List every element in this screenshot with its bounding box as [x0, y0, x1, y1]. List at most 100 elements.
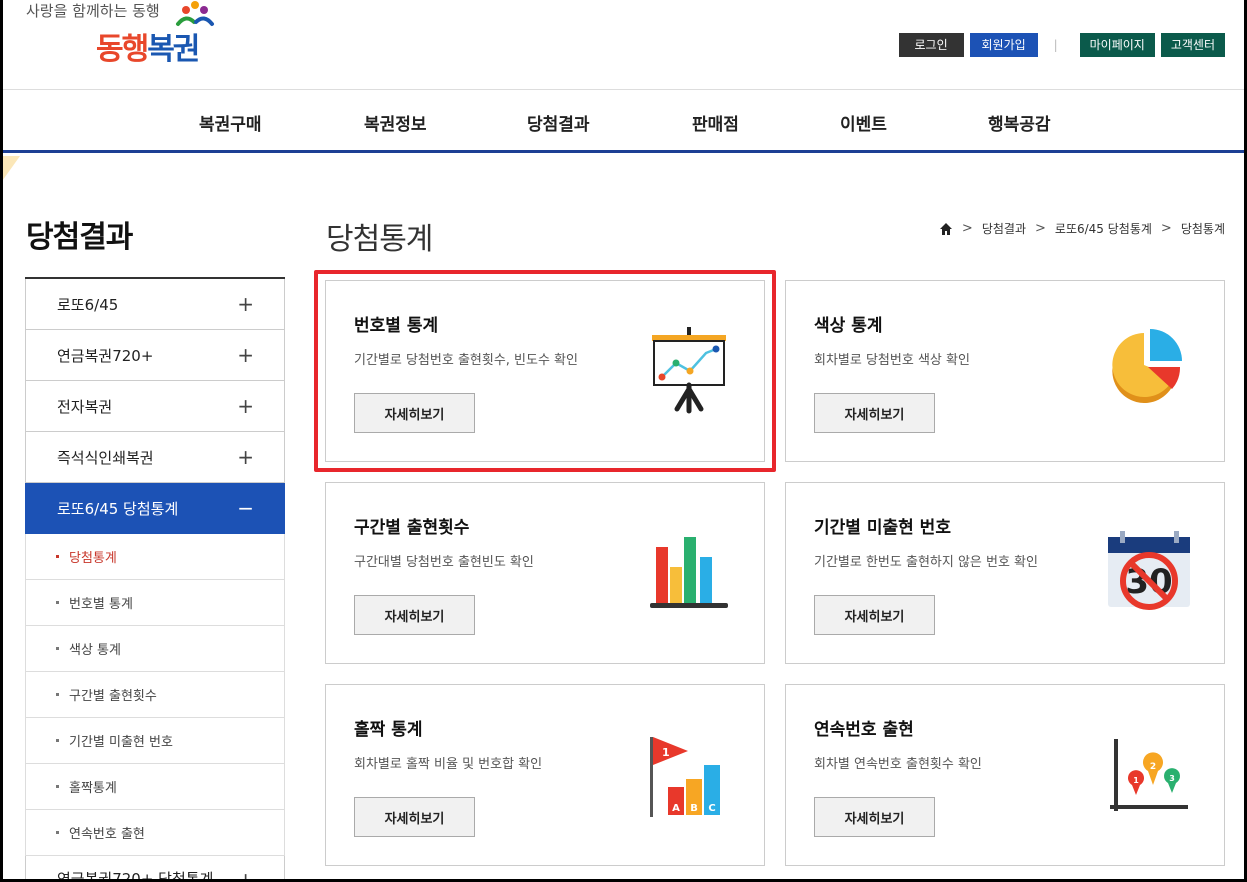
logo-text-part2: 복권 [147, 32, 200, 67]
breadcrumb-separator-icon: > [1035, 221, 1046, 236]
corner-decoration-icon [0, 156, 20, 184]
bullet-icon [56, 601, 59, 604]
bar-letter: C [708, 803, 715, 814]
breadcrumb-separator-icon: > [1160, 221, 1172, 236]
site-logo[interactable]: 동행복권 [96, 24, 200, 68]
sidebar-item-lotto645[interactable]: 로또6/45 + [25, 279, 285, 330]
card-description: 회차별로 당첨번호 색상 확인 [814, 353, 970, 368]
bullet-icon [56, 739, 59, 742]
card-title: 기간별 미출현 번호 [814, 518, 951, 538]
sidebar-subitem-label: 연속번호 출현 [69, 827, 145, 842]
sidebar-item-instant-print[interactable]: 즉석식인쇄복권 + [25, 432, 285, 483]
top-header: 사랑을 함께하는 동행 동행복권 로그인 회원가입 | 마이페이지 고객센터 [0, 0, 1247, 90]
nav-retailers[interactable]: 판매점 [692, 110, 739, 135]
card-description: 기간별로 한번도 출현하지 않은 번호 확인 [814, 555, 1038, 570]
bar-letter: B [690, 803, 698, 814]
sidebar-menu: 로또6/45 + 연금복권720+ + 전자복권 + 즉석식인쇄복권 + 로또6… [25, 277, 285, 882]
sidebar-subitem-winning-stats[interactable]: 당첨통계 [25, 534, 285, 580]
sidebar-item-label: 로또6/45 당첨통계 [57, 499, 179, 518]
sidebar-item-label: 즉석식인쇄복권 [57, 448, 154, 467]
sidebar-item-label: 로또6/45 [57, 295, 119, 314]
nav-lottery-info[interactable]: 복권정보 [364, 110, 427, 135]
bar-letter: A [672, 803, 680, 814]
bullet-icon [56, 693, 59, 696]
logo-text-part1: 동행 [96, 32, 149, 67]
bullet-icon [56, 647, 59, 650]
card-description: 회차별 연속번호 출현횟수 확인 [814, 757, 982, 772]
nav-lottery-purchase[interactable]: 복권구매 [199, 110, 262, 135]
card-title: 연속번호 출현 [814, 720, 914, 740]
detail-button[interactable]: 자세히보기 [814, 393, 935, 433]
logo-tagline: 사랑을 함께하는 동행 [26, 2, 160, 20]
sidebar-item-electronic[interactable]: 전자복권 + [25, 381, 285, 432]
customer-center-button[interactable]: 고객센터 [1160, 33, 1225, 57]
expand-plus-icon: + [237, 445, 254, 469]
logo-symbol-icon [176, 1, 214, 26]
sidebar-item-lotto-stats[interactable]: 로또6/45 당첨통계 − [25, 483, 285, 534]
detail-button[interactable]: 자세히보기 [354, 393, 475, 433]
breadcrumb-item[interactable]: 로또6/45 당첨통계 [1055, 220, 1152, 237]
breadcrumb-current: 당첨통계 [1180, 222, 1225, 236]
bar-chart-icon [650, 537, 728, 608]
card-description: 회차별로 홀짝 비율 및 번호합 확인 [354, 757, 543, 772]
detail-button[interactable]: 자세히보기 [814, 797, 935, 837]
page-title: 당첨통계 [326, 222, 433, 257]
nav-events[interactable]: 이벤트 [840, 110, 887, 135]
nav-winning-results[interactable]: 당첨결과 [527, 110, 590, 135]
join-button[interactable]: 회원가입 [969, 33, 1038, 57]
breadcrumb-separator-icon: > [961, 221, 973, 236]
pie-chart-icon [1112, 329, 1182, 403]
calendar-no-icon: 30 [1108, 531, 1190, 610]
login-button[interactable]: 로그인 [898, 33, 964, 57]
flag-abc-icon: 1 A B C [650, 737, 720, 817]
pin-number: 2 [1150, 762, 1156, 772]
pin-number: 1 [1133, 776, 1139, 785]
expand-plus-icon: + [237, 292, 254, 316]
sidebar-subitem-range-frequency[interactable]: 구간별 출현횟수 [25, 672, 285, 718]
sidebar-item-label: 전자복권 [57, 397, 113, 416]
card-number-stats: 번호별 통계 기간별로 당첨번호 출현횟수, 빈도수 확인 자세히보기 [325, 280, 765, 462]
bullet-icon [56, 831, 59, 834]
collapse-minus-icon: − [237, 496, 254, 520]
bullet-icon [56, 555, 59, 558]
presentation-chart-icon [652, 327, 726, 414]
card-description: 기간별로 당첨번호 출현횟수, 빈도수 확인 [354, 353, 578, 368]
breadcrumb: > 당첨결과 > 로또6/45 당첨통계 > 당첨통계 [939, 220, 1225, 237]
sidebar-subitem-number-stats[interactable]: 번호별 통계 [25, 580, 285, 626]
sidebar-subitem-label: 당첨통계 [69, 551, 117, 566]
card-unappeared-numbers: 기간별 미출현 번호 기간별로 한번도 출현하지 않은 번호 확인 자세히보기 … [785, 482, 1225, 664]
expand-plus-icon: + [237, 343, 254, 367]
card-title: 홀짝 통계 [354, 720, 423, 740]
nav-happy-space[interactable]: 행복공감 [988, 110, 1051, 135]
detail-button[interactable]: 자세히보기 [814, 595, 935, 635]
link-separator: | [1053, 38, 1058, 52]
card-title: 구간별 출현횟수 [354, 518, 470, 538]
sidebar-subitem-label: 기간별 미출현 번호 [69, 735, 173, 750]
sidebar-item-label: 연금복권720+ [57, 346, 154, 365]
card-odd-even: 홀짝 통계 회차별로 홀짝 비율 및 번호합 확인 자세히보기 1 A B C [325, 684, 765, 866]
sidebar-subitem-unappeared-numbers[interactable]: 기간별 미출현 번호 [25, 718, 285, 764]
sidebar-subitem-color-stats[interactable]: 색상 통계 [25, 626, 285, 672]
detail-button[interactable]: 자세히보기 [354, 595, 475, 635]
bullet-icon [56, 785, 59, 788]
expand-plus-icon: + [237, 868, 254, 882]
sidebar-item-label: 연금복권720+ 당첨통계 [57, 870, 214, 882]
top-utility-links: 로그인 회원가입 | 마이페이지 고객센터 [893, 33, 1225, 57]
card-range-frequency: 구간별 출현횟수 구간대별 당첨번호 출현빈도 확인 자세히보기 [325, 482, 765, 664]
sidebar-subitem-odd-even[interactable]: 홀짝통계 [25, 764, 285, 810]
mypage-button[interactable]: 마이페이지 [1079, 33, 1155, 57]
breadcrumb-item[interactable]: 당첨결과 [982, 220, 1026, 237]
main-navigation: 복권구매 복권정보 당첨결과 판매점 이벤트 행복공감 [0, 90, 1247, 153]
card-color-stats: 색상 통계 회차별로 당첨번호 색상 확인 자세히보기 [785, 280, 1225, 462]
detail-button[interactable]: 자세히보기 [354, 797, 475, 837]
expand-plus-icon: + [237, 394, 254, 418]
home-icon[interactable] [939, 222, 953, 236]
sidebar-item-pension720[interactable]: 연금복권720+ + [25, 330, 285, 381]
card-title: 색상 통계 [814, 316, 883, 336]
sidebar-title: 당첨결과 [26, 220, 133, 255]
card-description: 구간대별 당첨번호 출현빈도 확인 [354, 555, 534, 570]
sidebar-item-pension-stats[interactable]: 연금복권720+ 당첨통계 + [25, 856, 285, 882]
flag-number: 1 [662, 746, 670, 759]
sidebar-subitem-consecutive[interactable]: 연속번호 출현 [25, 810, 285, 856]
sequence-pins-icon: 1 2 3 [1110, 739, 1188, 811]
